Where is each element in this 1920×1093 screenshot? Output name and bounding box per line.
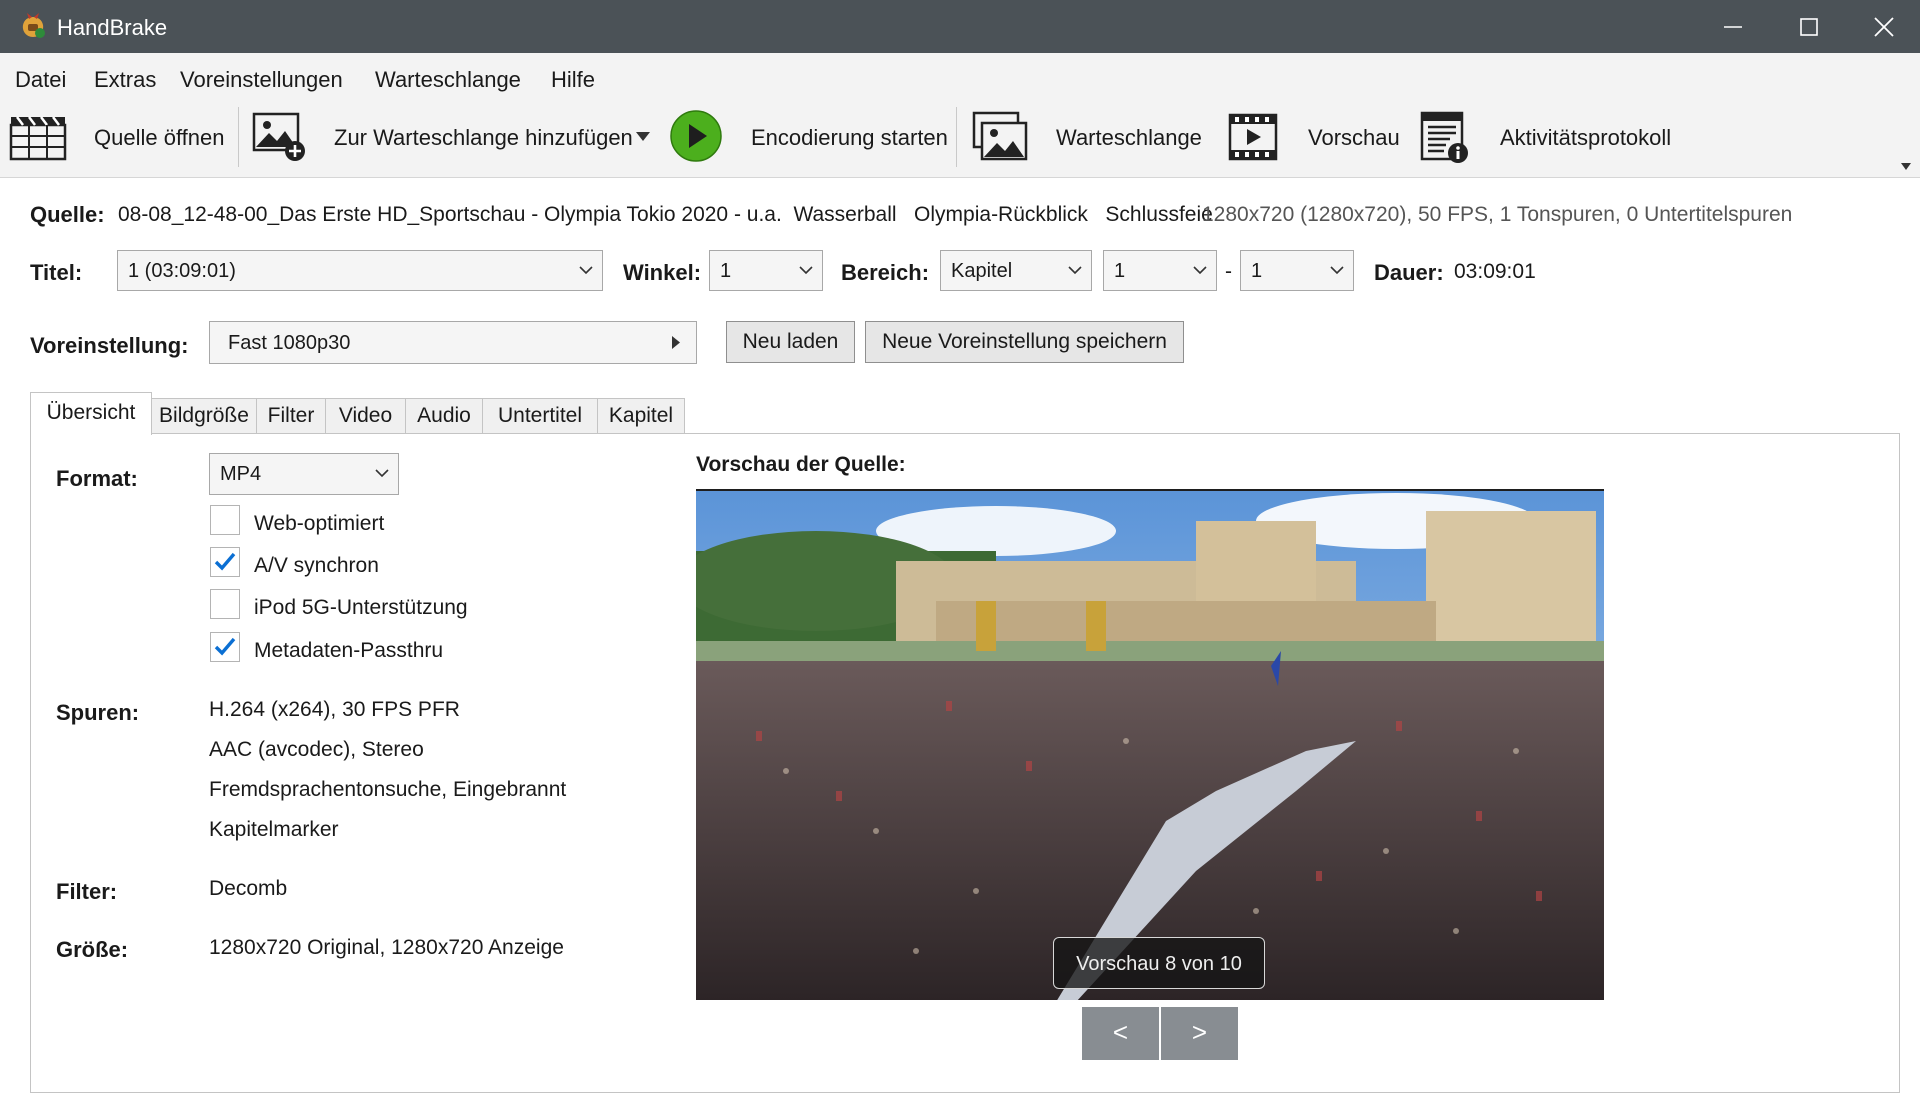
angle-value: 1 [720,260,732,282]
checkmark-icon [214,552,236,571]
ipod-support-label: iPod 5G-Unterstützung [254,596,468,619]
menu-extras[interactable]: Extras [94,67,156,93]
close-icon [1874,16,1894,37]
tab-subtitles[interactable]: Untertitel [482,398,598,434]
menu-warteschlange[interactable]: Warteschlange [375,67,521,93]
angle-dropdown[interactable]: 1 [709,250,823,291]
add-to-queue-icon[interactable] [251,111,309,163]
menu-voreinstellungen[interactable]: Voreinstellungen [180,67,343,93]
source-preview-image [696,489,1604,1000]
tab-video[interactable]: Video [325,398,406,434]
chevron-down-icon [1193,266,1207,275]
preview-heading: Vorschau der Quelle: [696,453,906,476]
filter-value: Decomb [209,877,288,900]
title-value: 1 (03:09:01) [128,260,236,282]
source-label: Quelle: [30,202,105,227]
range-start-dropdown[interactable]: 1 [1103,250,1217,291]
start-encode-button[interactable]: Encodierung starten [751,125,948,151]
chevron-down-icon[interactable] [636,132,650,141]
tab-picture-size[interactable]: Bildgröße [151,398,257,434]
save-new-preset-button[interactable]: Neue Voreinstellung speichern [865,321,1184,363]
preview-counter-label: Vorschau 8 von 10 [1053,937,1265,989]
format-value: MP4 [220,463,262,485]
title-bar: HandBrake [0,0,1920,53]
add-to-queue-button[interactable]: Zur Warteschlange hinzufügen [334,125,633,151]
web-optimized-label: Web-optimiert [254,512,385,535]
chevron-down-icon [375,469,389,478]
track-chapters: Kapitelmarker [209,818,339,841]
filter-label: Filter: [56,879,118,904]
previous-preview-button[interactable]: < [1082,1007,1159,1060]
track-video: H.264 (x264), 30 FPS PFR [209,698,460,721]
title-dropdown[interactable]: 1 (03:09:01) [117,250,603,291]
maximize-button[interactable] [1771,0,1847,53]
play-icon[interactable] [670,110,722,162]
toolbar-separator [956,107,957,167]
toolbar-separator [238,107,239,167]
chevron-down-icon [1068,266,1082,275]
source-name: 08-08_12-48-00_Das Erste HD_Sportschau -… [118,203,1213,226]
menu-bar: Datei Extras Voreinstellungen Warteschla… [0,53,1920,97]
film-clapper-icon[interactable] [9,113,67,161]
format-label: Format: [56,466,138,491]
toolbar-overflow-icon[interactable] [1901,163,1911,170]
tracks-label: Spuren: [56,700,140,725]
chevron-down-icon [799,266,813,275]
next-preview-button[interactable]: > [1161,1007,1238,1060]
size-label: Größe: [56,937,129,962]
range-dash: - [1225,260,1232,283]
open-source-button[interactable]: Quelle öffnen [94,125,224,151]
range-end-dropdown[interactable]: 1 [1240,250,1354,291]
title-label: Titel: [30,260,83,285]
activity-log-icon[interactable] [1420,111,1470,165]
range-type-dropdown[interactable]: Kapitel [940,250,1092,291]
activity-log-button[interactable]: Aktivitätsprotokoll [1500,125,1671,151]
reload-preset-button[interactable]: Neu laden [726,321,855,363]
minimize-icon [1724,25,1742,28]
tab-audio[interactable]: Audio [405,398,483,434]
menu-datei[interactable]: Datei [15,67,66,93]
angle-label: Winkel: [623,260,702,285]
menu-hilfe[interactable]: Hilfe [551,67,595,93]
preset-label: Voreinstellung: [30,333,189,358]
toolbar: Quelle öffnen Zur Warteschlange hinzufüg… [0,97,1920,178]
range-label: Bereich: [841,260,930,285]
duration-label: Dauer: [1374,260,1444,285]
web-optimized-checkbox[interactable] [210,505,240,535]
source-info: 1280x720 (1280x720), 50 FPS, 1 Tonspuren… [1202,203,1793,226]
handbrake-logo-icon [22,13,45,38]
chevron-down-icon [579,266,593,275]
duration-value: 03:09:01 [1454,260,1536,283]
checkmark-icon [214,637,236,656]
chevron-down-icon [1330,266,1344,275]
maximize-icon [1800,17,1818,36]
preview-film-icon[interactable] [1228,113,1278,161]
format-dropdown[interactable]: MP4 [209,453,399,495]
preview-image-drawing [696,491,1604,1000]
track-subtitle: Fremdsprachentonsuche, Eingebrannt [209,778,567,801]
range-start-value: 1 [1114,260,1126,282]
preset-selector[interactable]: Fast 1080p30 [209,321,697,364]
tab-overview[interactable]: Übersicht [30,392,152,435]
metadata-passthru-checkbox[interactable] [210,632,240,662]
queue-icon[interactable] [972,111,1030,163]
minimize-button[interactable] [1695,0,1771,53]
av-sync-checkbox[interactable] [210,547,240,577]
preview-button[interactable]: Vorschau [1308,125,1400,151]
range-type-value: Kapitel [951,260,1013,282]
tab-chapters[interactable]: Kapitel [597,398,685,434]
preset-value: Fast 1080p30 [228,332,351,354]
metadata-passthru-label: Metadaten-Passthru [254,639,444,662]
range-end-value: 1 [1251,260,1263,282]
track-audio: AAC (avcodec), Stereo [209,738,424,761]
queue-button[interactable]: Warteschlange [1056,125,1202,151]
chevron-right-icon [672,336,680,349]
close-button[interactable] [1846,0,1920,53]
tab-filter[interactable]: Filter [256,398,326,434]
ipod-support-checkbox[interactable] [210,589,240,619]
size-value: 1280x720 Original, 1280x720 Anzeige [209,936,564,959]
av-sync-label: A/V synchron [254,554,379,577]
window-title: HandBrake [57,15,168,40]
